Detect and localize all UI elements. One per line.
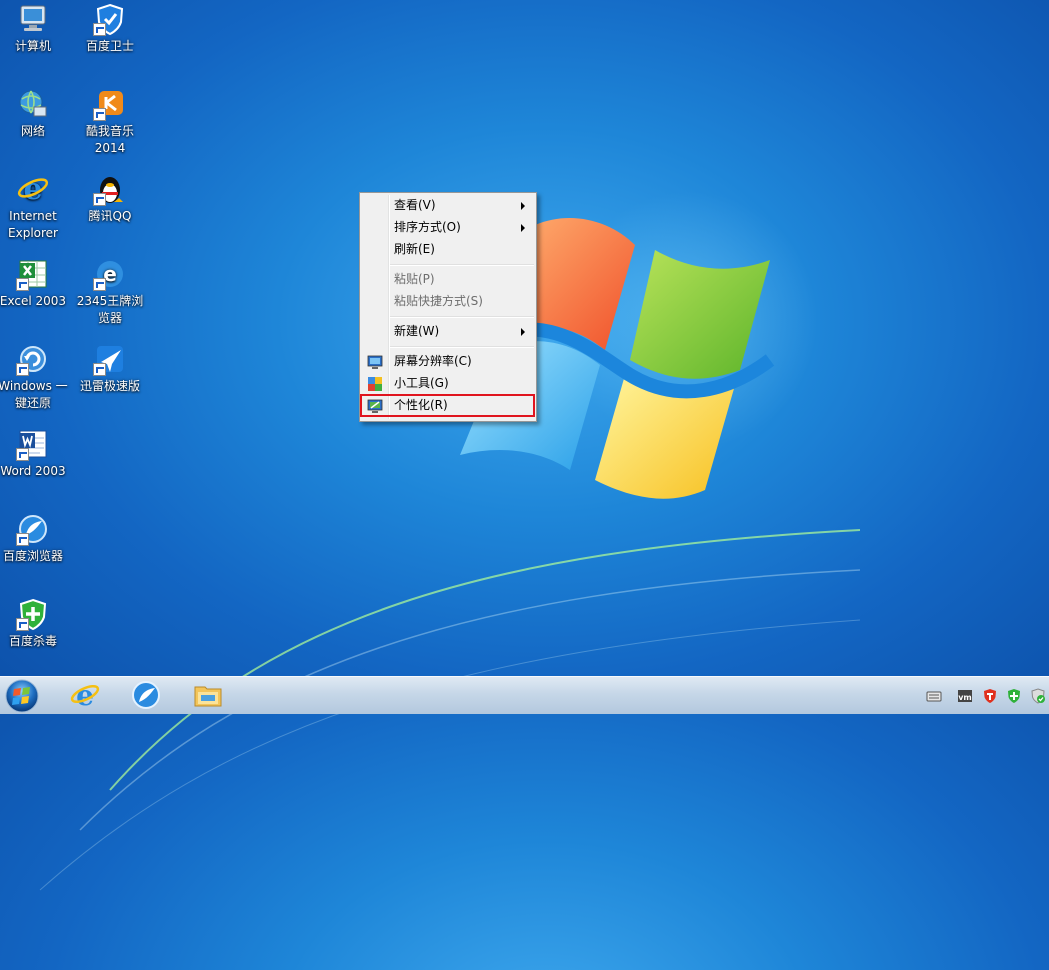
- desktop-icon-label: 腾讯QQ: [88, 209, 132, 223]
- menu-item-label: 新建(W): [394, 324, 440, 338]
- desktop-icon-label: 酷我音乐: [85, 124, 134, 138]
- file-explorer-icon: [194, 686, 222, 707]
- taskbar-ie-button[interactable]: e: [63, 679, 107, 712]
- menu-item-label: 查看(V): [394, 198, 436, 212]
- menu-separator: [390, 346, 534, 348]
- desktop-icon-label: Excel 2003: [0, 294, 67, 308]
- baidu-guard-tray-icon[interactable]: [982, 688, 998, 704]
- menu-item-label: 粘贴快捷方式(S): [394, 294, 483, 308]
- desktop-icon-internet-explorer[interactable]: e Internet Explorer: [0, 172, 71, 242]
- desktop-context-menu: 查看(V) 排序方式(O) 刷新(E) 粘贴(P) 粘贴快捷方式(S) 新建(W…: [359, 192, 537, 422]
- desktop-icon-baidu-guard[interactable]: 百度卫士: [72, 2, 148, 55]
- shortcut-arrow-icon: [93, 108, 106, 121]
- svg-text:e: e: [23, 172, 42, 206]
- gadgets-icon: [368, 377, 382, 391]
- menu-item-screen-resolution[interactable]: 屏幕分辨率(C): [362, 351, 534, 372]
- highlight-box-personalize: [360, 394, 535, 417]
- desktop-icon-windows-restore[interactable]: Windows 一 键还原: [0, 342, 71, 412]
- menu-item-new[interactable]: 新建(W): [362, 321, 534, 342]
- menu-separator: [390, 316, 534, 318]
- excel-icon: [16, 257, 50, 291]
- desktop-icon-label-line2: 键还原: [14, 396, 51, 410]
- keyboard-icon[interactable]: [926, 688, 942, 704]
- desktop-icon-tencent-qq[interactable]: 腾讯QQ: [72, 172, 148, 225]
- menu-item-label: 刷新(E): [394, 242, 435, 256]
- desktop-icon-label: 网络: [20, 124, 45, 138]
- submenu-arrow-icon: [521, 328, 525, 336]
- desktop-icon-label: Internet: [9, 209, 57, 223]
- browser-icon: [132, 681, 160, 709]
- kuwo-music-icon: [93, 87, 127, 121]
- ie-icon: e: [16, 172, 50, 206]
- submenu-arrow-icon: [521, 224, 525, 232]
- desktop-icon-label: 百度浏览器: [2, 549, 63, 563]
- wallpaper-swoosh: [39, 529, 860, 891]
- computer-icon: [16, 2, 50, 36]
- shortcut-arrow-icon: [16, 363, 29, 376]
- shortcut-arrow-icon: [16, 448, 29, 461]
- network-status-icon[interactable]: [1030, 688, 1046, 704]
- menu-item-paste-shortcut: 粘贴快捷方式(S): [362, 291, 534, 312]
- shortcut-arrow-icon: [93, 193, 106, 206]
- shortcut-arrow-icon: [16, 533, 29, 546]
- shortcut-arrow-icon: [16, 618, 29, 631]
- menu-item-view[interactable]: 查看(V): [362, 195, 534, 216]
- shortcut-arrow-icon: [16, 278, 29, 291]
- thunder-bird-icon: [93, 342, 127, 376]
- network-icon: [16, 87, 50, 121]
- security-shield-icon[interactable]: [1006, 688, 1022, 704]
- menu-item-label: 粘贴(P): [394, 272, 435, 286]
- submenu-arrow-icon: [521, 202, 525, 210]
- windows-orb-icon: [5, 679, 39, 713]
- desktop-icon-thunder[interactable]: 迅雷极速版: [72, 342, 148, 395]
- svg-text:e: e: [76, 679, 94, 711]
- shortcut-arrow-icon: [93, 23, 106, 36]
- taskbar-explorer-button[interactable]: [186, 679, 230, 712]
- baidu-antivirus-icon: [16, 597, 50, 631]
- svg-text:vm: vm: [958, 693, 972, 702]
- desktop-icon-label: 百度卫士: [85, 39, 134, 53]
- ie-icon: e: [70, 679, 100, 711]
- menu-item-label: 排序方式(O): [394, 220, 461, 234]
- desktop-icon-excel-2003[interactable]: Excel 2003: [0, 257, 71, 310]
- screen-resolution-icon: [367, 355, 383, 369]
- shortcut-arrow-icon: [93, 278, 106, 291]
- desktop-icon-label: 计算机: [14, 39, 51, 53]
- desktop-icon-label-line2: 2014: [94, 141, 126, 155]
- shortcut-arrow-icon: [93, 363, 106, 376]
- qq-penguin-icon: [93, 172, 127, 206]
- desktop-icon-word-2003[interactable]: Word 2003: [0, 427, 71, 480]
- desktop-icon-baidu-browser[interactable]: 百度浏览器: [0, 512, 71, 565]
- desktop-icon-kuwo-music[interactable]: 酷我音乐 2014: [72, 87, 148, 157]
- menu-item-gadgets[interactable]: 小工具(G): [362, 373, 534, 394]
- desktop-icon-network[interactable]: 网络: [0, 87, 71, 140]
- word-icon: [16, 427, 50, 461]
- baidu-browser-icon: [16, 512, 50, 546]
- desktop-icon-computer[interactable]: 计算机: [0, 2, 71, 55]
- desktop-icon-2345-browser[interactable]: e 2345王牌浏 览器: [72, 257, 148, 327]
- desktop-icon-label-line2: 览器: [97, 311, 122, 325]
- desktop-icon-label: Windows 一: [0, 379, 68, 393]
- desktop-icon-label: 百度杀毒: [8, 634, 57, 648]
- browser-2345-icon: e: [93, 257, 127, 291]
- menu-item-paste: 粘贴(P): [362, 269, 534, 290]
- desktop-icon-label: 2345王牌浏: [76, 294, 144, 308]
- baidu-guard-icon: [93, 2, 127, 36]
- desktop-icon-label: Word 2003: [0, 464, 66, 478]
- desktop-icon-label: 迅雷极速版: [79, 379, 140, 393]
- menu-separator: [390, 264, 534, 266]
- start-button[interactable]: [2, 679, 42, 713]
- vmware-icon[interactable]: vm: [957, 688, 973, 704]
- menu-item-label: 小工具(G): [394, 376, 449, 390]
- taskbar-browser-button[interactable]: [124, 679, 168, 712]
- menu-item-label: 屏幕分辨率(C): [394, 354, 472, 368]
- desktop-icon-baidu-antivirus[interactable]: 百度杀毒: [0, 597, 71, 650]
- restore-icon: [16, 342, 50, 376]
- menu-item-sort-by[interactable]: 排序方式(O): [362, 217, 534, 238]
- desktop-icon-label-line2: Explorer: [8, 226, 58, 240]
- menu-item-refresh[interactable]: 刷新(E): [362, 239, 534, 260]
